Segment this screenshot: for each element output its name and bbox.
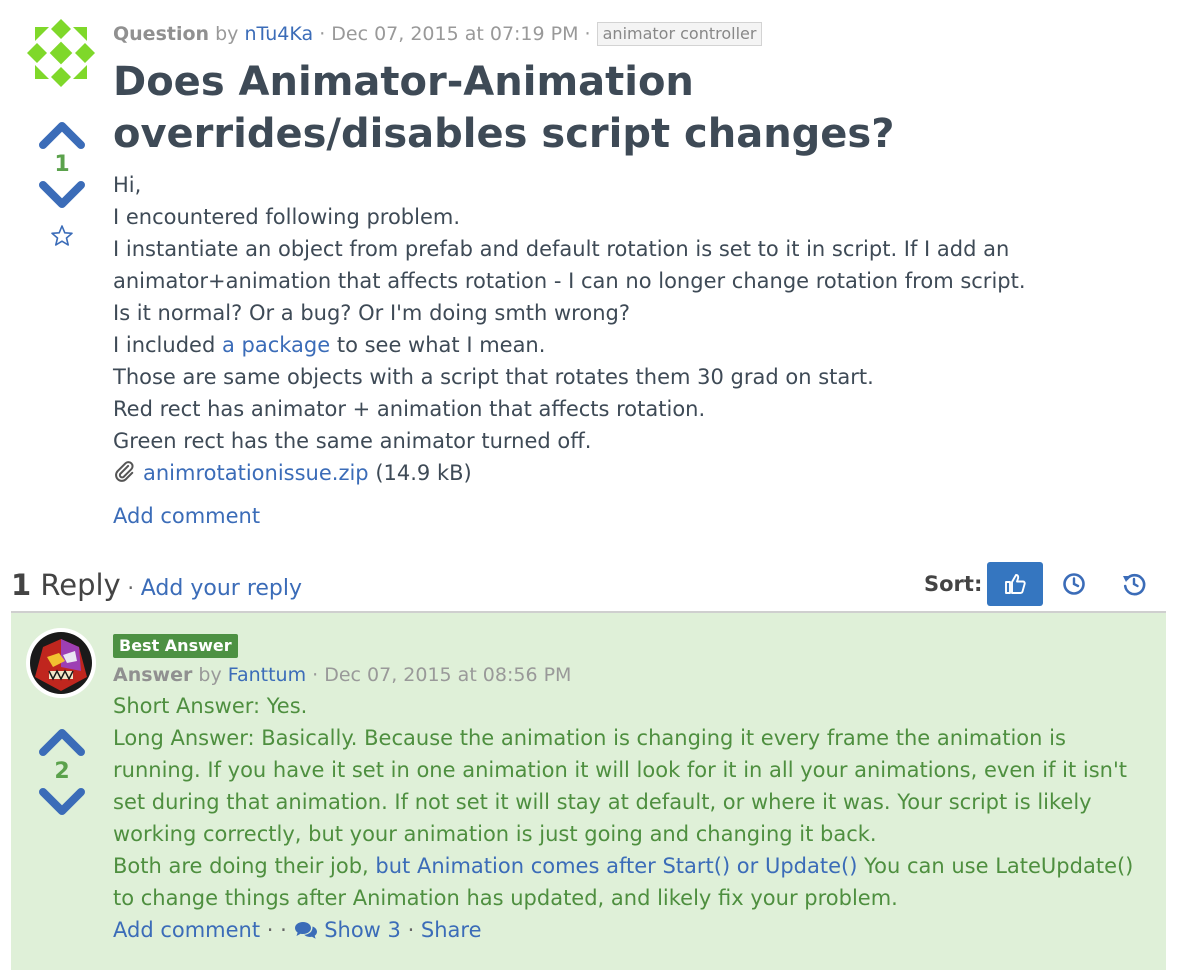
- sort-by-votes-button[interactable]: [987, 562, 1043, 606]
- answer-add-comment-link[interactable]: Add comment: [113, 918, 260, 942]
- reply-label: Reply: [31, 568, 121, 602]
- show-comments-label: Show 3: [324, 918, 401, 942]
- separator: ·: [280, 918, 294, 942]
- attachment-size: (14.9 kB): [368, 461, 472, 485]
- upvote-chevron-up-icon[interactable]: [38, 118, 86, 150]
- answer-vote-count: 2: [54, 759, 70, 784]
- body-line: Is it normal? Or a bug? Or I'm doing smt…: [113, 301, 630, 325]
- body-line: Those are same objects with a script tha…: [113, 365, 874, 389]
- post-kind-label: Answer: [113, 664, 193, 686]
- paperclip-icon: [115, 461, 134, 482]
- upvote-chevron-up-icon[interactable]: [38, 725, 86, 757]
- question-author-avatar[interactable]: [25, 17, 97, 89]
- attachment: animrotationissue.zip (14.9 kB): [113, 457, 472, 489]
- answer-date: · Dec 07, 2015 at 08:56 PM: [312, 664, 572, 686]
- question-date: · Dec 07, 2015 at 07:19 PM ·: [319, 23, 591, 45]
- comments-icon: [294, 922, 317, 939]
- body-line: animator+animation that affects rotation…: [113, 269, 1026, 293]
- post-kind-label: Question: [113, 23, 210, 45]
- add-reply-link[interactable]: Add your reply: [141, 576, 302, 601]
- sort-newest-clock-icon[interactable]: [1061, 571, 1087, 597]
- answer-actions: Add comment · · Show 3 · Share: [113, 914, 482, 946]
- by-label: by: [198, 664, 222, 686]
- body-line: Red rect has animator + animation that a…: [113, 397, 706, 421]
- favorite-star-icon[interactable]: [50, 224, 74, 248]
- downvote-chevron-down-icon[interactable]: [38, 180, 86, 212]
- body-line: Green rect has the same animator turned …: [113, 429, 592, 453]
- sort-oldest-history-icon[interactable]: [1121, 571, 1147, 597]
- package-link[interactable]: a package: [222, 333, 330, 357]
- body-line: I included a package to see what I mean.: [113, 329, 1163, 361]
- answer-author-link[interactable]: Fanttum: [228, 664, 306, 686]
- question-body: Hi, I encountered following problem. I i…: [113, 169, 1163, 457]
- answer-body: Short Answer: Yes. Long Answer: Basicall…: [113, 690, 1158, 914]
- body-text: I included: [113, 333, 222, 357]
- body-line: I instantiate an object from prefab and …: [113, 237, 1010, 261]
- reply-count: 1: [11, 568, 32, 602]
- question-author-link[interactable]: nTu4Ka: [244, 23, 313, 45]
- downvote-chevron-down-icon[interactable]: [38, 787, 86, 819]
- execution-order-link[interactable]: but Animation comes after Start() or Upd…: [375, 854, 857, 878]
- separator: ·: [120, 576, 141, 600]
- answer-author-avatar[interactable]: [25, 627, 97, 699]
- attachment-link[interactable]: animrotationissue.zip: [143, 461, 369, 485]
- answer-meta: Answer by Fanttum · Dec 07, 2015 at 08:5…: [113, 661, 571, 689]
- share-link[interactable]: Share: [421, 918, 482, 942]
- body-line: I encountered following problem.: [113, 205, 461, 229]
- separator: ·: [400, 918, 421, 942]
- question-add-comment-link[interactable]: Add comment: [113, 500, 260, 532]
- answer-text: Both are doing their job,: [113, 854, 376, 878]
- sort-label: Sort:: [924, 572, 983, 596]
- question-meta: Question by nTu4Ka · Dec 07, 2015 at 07:…: [113, 22, 763, 46]
- answer-paragraph: Long Answer: Basically. Because the anim…: [113, 726, 1127, 846]
- question-title: Does Animator-Animation overrides/disabl…: [113, 59, 895, 157]
- body-text: to see what I mean.: [330, 333, 546, 357]
- show-comments-link[interactable]: Show 3: [294, 918, 401, 942]
- by-label: by: [215, 23, 239, 45]
- question-vote-count: 1: [54, 152, 70, 177]
- answer-paragraph: Short Answer: Yes.: [113, 694, 308, 718]
- topic-tag[interactable]: animator controller: [596, 22, 763, 46]
- separator: ·: [260, 918, 281, 942]
- thumbs-up-icon: [1005, 574, 1026, 594]
- question-vote-panel: 1: [32, 118, 92, 248]
- replies-header: 1 Reply · Add your reply: [11, 565, 302, 609]
- answer-paragraph: Both are doing their job, but Animation …: [113, 850, 1158, 914]
- body-line: Hi,: [113, 173, 142, 197]
- answer-vote-panel: 2: [32, 725, 92, 819]
- best-answer-badge: Best Answer: [113, 634, 238, 658]
